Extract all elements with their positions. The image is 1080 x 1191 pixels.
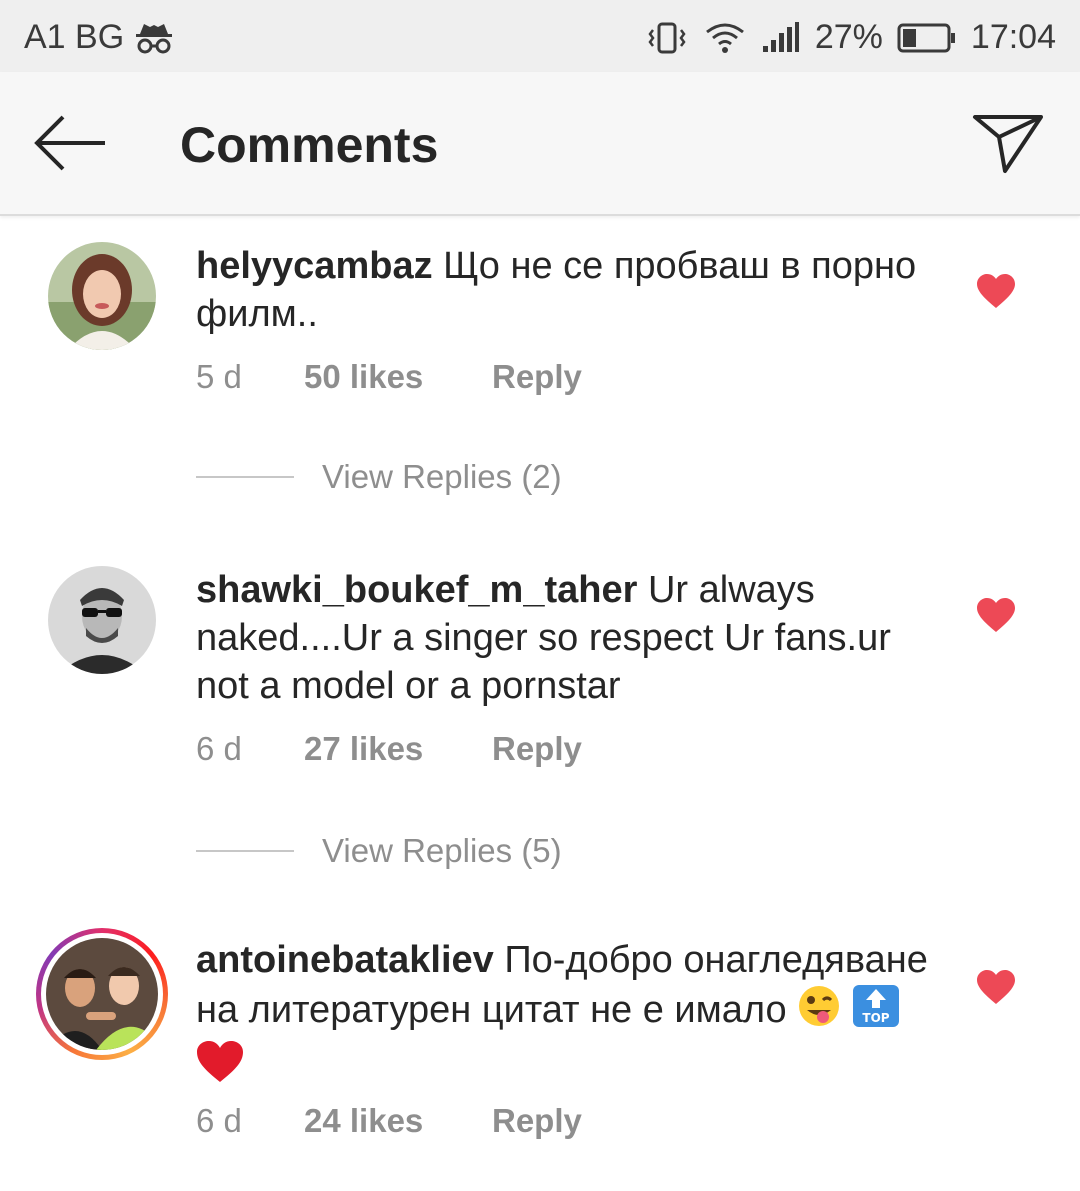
back-button[interactable] xyxy=(30,108,110,178)
page-title: Comments xyxy=(180,117,439,173)
status-left: A1 BG xyxy=(24,18,176,57)
heart-icon xyxy=(977,274,1015,308)
comment-time: 6 d xyxy=(196,1102,242,1139)
send-icon xyxy=(973,115,1043,173)
comment-meta: 6 d 24 likes Reply xyxy=(196,1102,582,1140)
reply-button[interactable]: Reply xyxy=(492,358,582,396)
view-replies-button[interactable]: View Replies (2) xyxy=(196,458,562,496)
comment-text: antoinebatakliev По-добро онагледяване н… xyxy=(196,936,936,1096)
arrow-left-icon xyxy=(34,115,105,171)
avatar xyxy=(46,938,158,1050)
comment-username[interactable]: shawki_boukef_m_taher xyxy=(196,569,637,611)
comment-likes[interactable]: 24 likes xyxy=(304,1102,492,1140)
comment-likes[interactable]: 27 likes xyxy=(304,730,492,768)
comment-text: helyycambaz Що не се пробваш в порно фил… xyxy=(196,242,936,338)
comment-meta: 5 d 50 likes Reply xyxy=(196,358,582,396)
status-right: 27% 17:04 xyxy=(645,18,1056,57)
comment-meta: 6 d 27 likes Reply xyxy=(196,730,582,768)
like-button[interactable] xyxy=(976,274,1016,310)
comment-username[interactable]: antoinebatakliev xyxy=(196,939,494,981)
comment-text: shawki_boukef_m_taher Ur always naked...… xyxy=(196,566,936,710)
like-button[interactable] xyxy=(976,970,1016,1006)
avatar[interactable] xyxy=(48,566,156,674)
view-replies-label: View Replies (5) xyxy=(322,832,562,869)
reply-button[interactable]: Reply xyxy=(492,1102,582,1140)
battery-percent: 27% xyxy=(814,18,883,56)
heart-icon xyxy=(977,598,1015,632)
signal-icon xyxy=(761,20,801,56)
view-replies-label: View Replies (2) xyxy=(322,458,562,495)
carrier-label: A1 BG xyxy=(24,18,125,56)
status-bar: A1 BG 27% 17:04 xyxy=(0,0,1080,72)
replies-divider xyxy=(196,476,294,478)
comment-likes[interactable]: 50 likes xyxy=(304,358,492,396)
view-replies-button[interactable]: View Replies (5) xyxy=(196,832,562,870)
red-heart-emoji-icon xyxy=(196,1040,244,1096)
incognito-icon xyxy=(132,20,176,56)
avatar-ring-gap xyxy=(41,933,163,1055)
vibrate-icon xyxy=(645,20,689,56)
battery-icon xyxy=(897,22,957,54)
comment-time: 6 d xyxy=(196,730,242,767)
top-emoji-label: TOP xyxy=(862,1011,889,1025)
comments-header: Comments xyxy=(0,72,1080,216)
avatar-story-ring[interactable] xyxy=(36,928,168,1060)
wifi-icon xyxy=(703,20,747,56)
heart-icon xyxy=(977,970,1015,1004)
like-button[interactable] xyxy=(976,598,1016,634)
reply-button[interactable]: Reply xyxy=(492,730,582,768)
avatar[interactable] xyxy=(48,242,156,350)
clock: 17:04 xyxy=(970,18,1056,56)
comment-username[interactable]: helyycambaz xyxy=(196,245,433,287)
winking-tongue-emoji-icon xyxy=(797,984,841,1040)
comment-time: 5 d xyxy=(196,358,242,395)
share-button[interactable] xyxy=(970,108,1046,178)
top-arrow-emoji-icon: TOP xyxy=(852,984,900,1040)
replies-divider xyxy=(196,850,294,852)
